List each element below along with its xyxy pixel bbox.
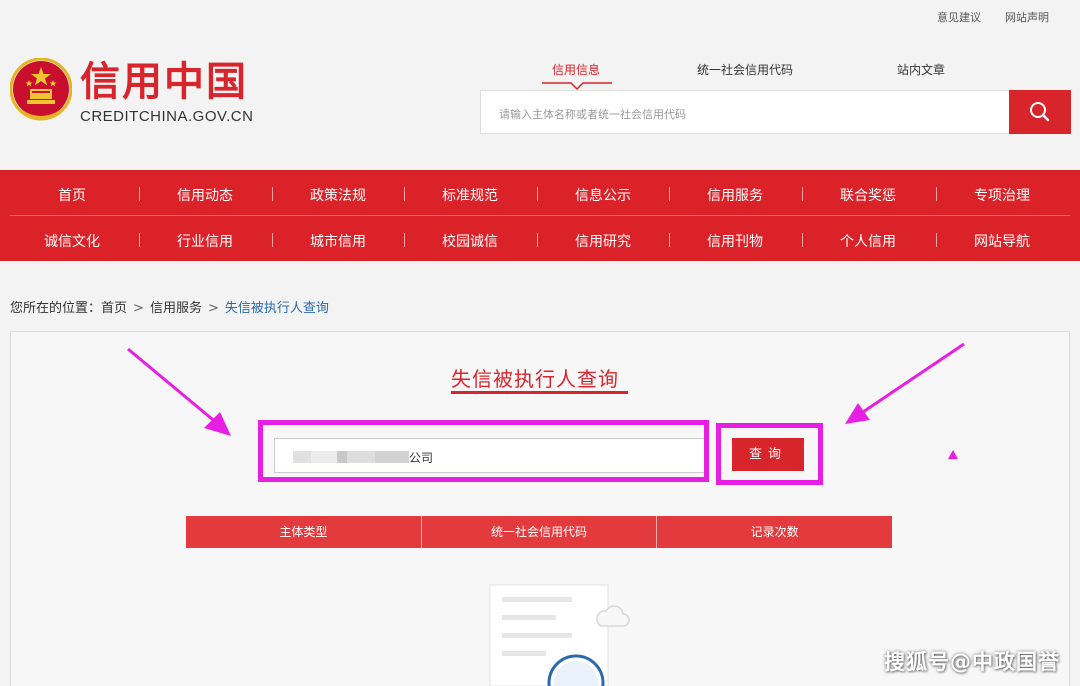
site-logo-domain: CREDITCHINA.GOV.CN [80,108,254,125]
nav-divider [404,233,405,247]
watermark-text: 搜狐号@中政国誉 [884,650,1060,674]
site-logo-title[interactable]: 信用中国 [80,58,248,106]
search-icon [1030,102,1050,122]
nav-item-site-navigation[interactable]: 网站导航 [936,231,1068,251]
nav-item-campus-integrity[interactable]: 校园诚信 [404,231,536,251]
nav-divider [404,187,405,201]
nav-divider [669,233,670,247]
column-credit-code: 统一社会信用代码 [421,516,658,548]
empty-results-illustration [489,584,630,686]
page-title: 失信被执行人查询 [451,367,619,391]
nav-item-credit-publications[interactable]: 信用刊物 [669,231,801,251]
nav-divider [537,187,538,201]
column-subject-type: 主体类型 [186,516,422,548]
nav-divider [936,187,937,201]
active-tab-indicator [542,82,612,90]
nav-row-divider [10,215,1070,216]
breadcrumb-separator: > [133,301,144,316]
tab-credit-code[interactable]: 统一社会信用代码 [697,61,793,78]
statement-link[interactable]: 网站声明 [1005,9,1049,25]
nav-divider [802,233,803,247]
top-utility-bar: 意见建议 网站声明 [0,0,1080,30]
nav-item-credit-service[interactable]: 信用服务 [669,185,801,205]
nav-divider [272,187,273,201]
nav-item-integrity-culture[interactable]: 诚信文化 [6,231,138,251]
tab-credit-info[interactable]: 信用信息 [552,61,600,78]
search-button[interactable] [1009,90,1071,134]
nav-item-rewards-penalties[interactable]: 联合奖惩 [802,185,934,205]
search-input[interactable]: 请输入主体名称或者统一社会信用代码 [480,90,1010,134]
title-underline [451,391,628,394]
feedback-link[interactable]: 意见建议 [937,9,981,25]
nav-item-credit-research[interactable]: 信用研究 [537,231,669,251]
nav-item-home[interactable]: 首页 [6,185,138,205]
nav-divider [272,233,273,247]
breadcrumb: 您所在的位置：首页 > 信用服务 > 失信被执行人查询 [10,297,329,316]
column-record-count: 记录次数 [657,516,893,548]
breadcrumb-current: 失信被执行人查询 [224,301,329,316]
main-nav: 首页 信用动态 政策法规 标准规范 信息公示 信用服务 联合奖惩 专项治理 诚信… [0,170,1080,261]
nav-item-city-credit[interactable]: 城市信用 [272,231,404,251]
nav-item-special-governance[interactable]: 专项治理 [936,185,1068,205]
nav-divider [936,233,937,247]
button-highlight-box [716,423,823,485]
breadcrumb-prefix: 您所在的位置： [10,301,102,316]
input-highlight-box [258,420,709,482]
breadcrumb-home[interactable]: 首页 [101,301,127,316]
nav-item-industry-credit[interactable]: 行业信用 [139,231,271,251]
nav-divider [802,187,803,201]
tab-site-articles[interactable]: 站内文章 [897,61,945,78]
breadcrumb-separator: > [207,301,219,316]
nav-item-info-public[interactable]: 信息公示 [537,185,669,205]
nav-item-policies[interactable]: 政策法规 [272,185,404,205]
nav-divider [139,233,140,247]
nav-item-personal-credit[interactable]: 个人信用 [802,231,934,251]
nav-item-standards[interactable]: 标准规范 [404,185,536,205]
nav-divider [139,187,140,201]
nav-divider [537,233,538,247]
nav-divider [669,187,670,201]
results-table-header: 主体类型 统一社会信用代码 记录次数 [186,516,893,548]
national-emblem-icon[interactable] [10,58,72,124]
breadcrumb-section[interactable]: 信用服务 [150,301,202,316]
nav-item-credit-news[interactable]: 信用动态 [139,185,271,205]
